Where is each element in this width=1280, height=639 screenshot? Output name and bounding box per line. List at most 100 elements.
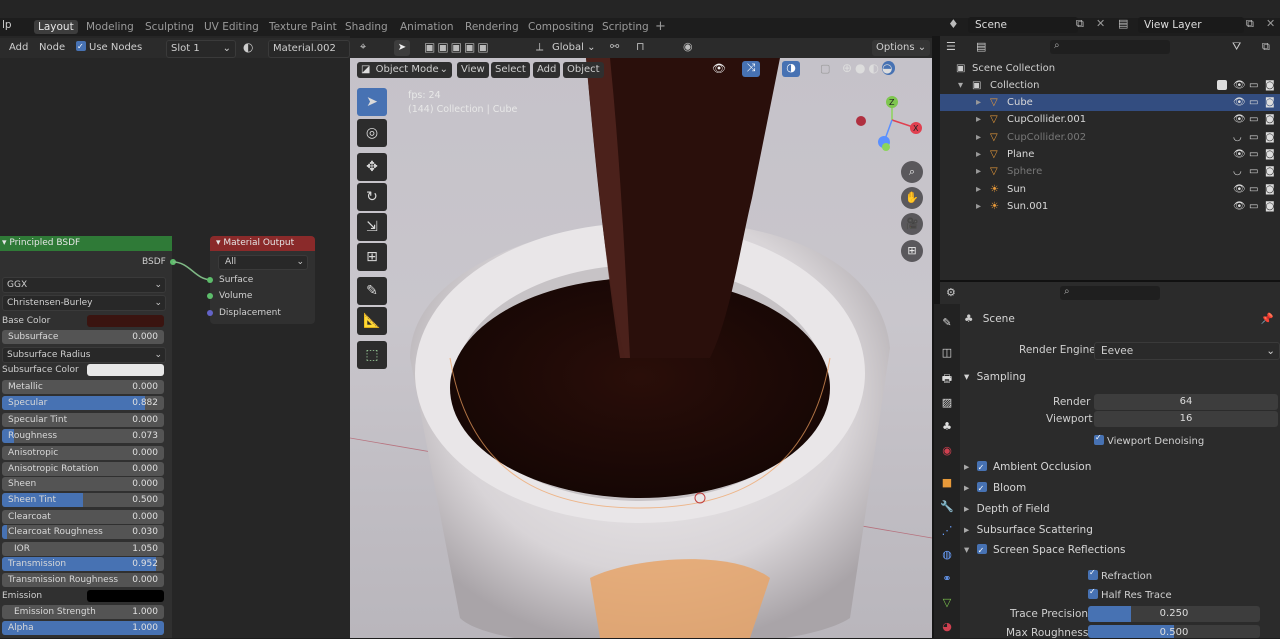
select-menu[interactable]: Select [491,62,530,78]
slider-anisotropic[interactable]: Anisotropic 0.000 [2,446,164,460]
slider-sheen-tint[interactable]: Sheen Tint 0.500 [2,493,164,507]
distribution-dropdown[interactable]: GGX ⌄ [2,277,166,293]
surface-input-socket[interactable] [207,277,213,283]
help-menu[interactable]: lp [2,19,12,31]
material-sphere-icon[interactable]: ◐ [243,40,253,54]
pivot-icon[interactable]: ⚯ [610,40,619,53]
snap-icon[interactable]: ⊓ [636,40,645,53]
subsurface-color-swatch[interactable] [87,364,164,376]
viewport-denoising-toggle[interactable]: Viewport Denoising [1094,433,1204,447]
slider-transmission-roughness[interactable]: Transmission Roughness 0.000 [2,573,164,587]
eye-icon[interactable]: 👁 [1233,77,1246,94]
collection-checkbox[interactable] [1217,80,1227,90]
eye-icon[interactable]: 👁 [1233,146,1246,163]
expand-arrow-icon[interactable]: ▸ [976,146,981,163]
ssr-checkbox[interactable] [976,542,987,560]
slot-dropdown[interactable]: Slot 1 ⌄ [166,40,236,58]
collection-row[interactable]: ▾ ▣ Collection 👁 ▭ ◙ [940,77,1280,94]
camera-icon[interactable]: ◙ [1265,111,1275,128]
camera-icon[interactable]: ◙ [1265,77,1275,94]
annotate-tool[interactable]: ✎ [357,277,387,305]
slider-specular-tint[interactable]: Specular Tint 0.000 [2,413,164,427]
subsurface-scattering-panel[interactable]: ▸ Subsurface Scattering [964,521,1278,539]
outliner-item[interactable]: ▸ ▽ Cube 👁 ▭ ◙ [940,94,1280,111]
data-properties-icon[interactable]: ▽ [940,596,954,610]
editor-type-icon[interactable]: ⌖ [360,40,366,54]
expand-arrow-icon[interactable]: ▾ [958,77,963,94]
display-mode-icon[interactable]: ▤ [976,40,986,53]
new-collection-icon[interactable]: ⧉ [1262,40,1270,54]
tab-shading[interactable]: Shading [345,20,388,34]
expand-arrow-icon[interactable]: ▸ [976,181,981,198]
add-workspace-button[interactable]: + [655,20,666,34]
monitor-icon[interactable]: ▭ [1249,111,1258,128]
node-node-menu[interactable]: Node [39,40,65,56]
subsurface-method-dropdown[interactable]: Christensen-Burley ⌄ [2,295,166,311]
tab-scripting[interactable]: Scripting [602,20,649,34]
slider-specular[interactable]: Specular 0.882 [2,396,164,410]
view-menu[interactable]: View [457,62,489,78]
displacement-input-socket[interactable] [207,310,213,316]
tab-rendering[interactable]: Rendering [465,20,519,34]
volume-input-socket[interactable] [207,293,213,299]
tab-modeling[interactable]: Modeling [86,20,134,34]
output-target-dropdown[interactable]: All ⌄ [218,255,308,270]
eye-icon[interactable]: ◡ [1233,129,1242,146]
render-properties-icon[interactable]: ◫ [940,346,954,360]
add-cube-tool[interactable]: ⬚ [357,341,387,369]
measure-tool[interactable]: 📐 [357,307,387,335]
material-selector[interactable]: Material.002 [268,40,350,58]
slider-roughness[interactable]: Roughness 0.073 [2,429,164,443]
object-properties-icon[interactable]: ■ [940,476,954,490]
viewport-denoising-checkbox[interactable] [1094,433,1104,445]
tab-compositing[interactable]: Compositing [528,20,594,34]
bloom-checkbox[interactable] [976,480,987,498]
expand-arrow-icon[interactable]: ▸ [976,163,981,180]
properties-editor-icon[interactable]: ⚙ [946,286,956,299]
camera-icon[interactable]: ◙ [1265,181,1275,198]
slider-transmission[interactable]: Transmission 0.952 [2,557,164,571]
viewport-samples-field[interactable]: 16 [1094,411,1278,427]
collapse-arrow-icon[interactable]: ▾ [216,238,221,248]
outliner-item[interactable]: ▸ ☀ Sun.001 👁 ▭ ◙ [940,198,1280,215]
eye-icon[interactable]: 👁 [1233,94,1246,111]
view-layer-properties-icon[interactable]: ▨ [940,396,954,410]
move-tool[interactable]: ✥ [357,153,387,181]
outliner-item[interactable]: ▸ ☀ Sun 👁 ▭ ◙ [940,181,1280,198]
trace-precision-slider[interactable]: 0.250 [1088,606,1260,622]
sampling-panel-header[interactable]: ▾ Sampling [964,368,1278,386]
outliner-editor-icon[interactable]: ☰ [946,40,956,53]
zoom-icon[interactable]: ⌕ [901,161,923,183]
slider-metallic[interactable]: Metallic 0.000 [2,380,164,394]
eye-icon[interactable]: ◡ [1233,163,1242,180]
material-output-header[interactable]: ▾ Material Output [210,236,315,251]
use-nodes-toggle[interactable]: Use Nodes [76,39,142,56]
overlay-toggle-icon[interactable]: ◑ [782,61,800,77]
camera-view-icon[interactable]: 🎥 [901,213,923,235]
monitor-icon[interactable]: ▭ [1249,146,1258,163]
monitor-icon[interactable]: ▭ [1249,163,1258,180]
scale-tool[interactable]: ⇲ [357,213,387,241]
outliner-item[interactable]: ▸ ▽ Sphere ◡ ▭ ◙ [940,163,1280,180]
slider-alpha[interactable]: Alpha 1.000 [2,621,164,635]
proportional-edit-icon[interactable]: ◉ [683,40,693,53]
max-roughness-slider[interactable]: 0.500 [1088,625,1260,638]
outliner-item[interactable]: ▸ ▽ CupCollider.001 👁 ▭ ◙ [940,111,1280,128]
scene-selector[interactable]: Scene [968,17,1078,33]
scene-properties-icon[interactable]: ♣ [940,420,954,434]
use-nodes-checkbox[interactable] [76,39,86,55]
transform-orientation-dropdown[interactable]: Global ⌄ [552,40,595,56]
camera-icon[interactable]: ◙ [1265,146,1275,163]
gizmo-toggle-icon[interactable]: ⤨ [742,61,760,77]
pan-hand-icon[interactable]: ✋ [901,187,923,209]
ambient-occlusion-checkbox[interactable] [976,459,987,477]
tab-texture-paint[interactable]: Texture Paint [269,20,337,34]
render-samples-field[interactable]: 64 [1094,394,1278,410]
tab-sculpting[interactable]: Sculpting [145,20,194,34]
outliner-item[interactable]: ▸ ▽ Plane 👁 ▭ ◙ [940,146,1280,163]
rotate-tool[interactable]: ↻ [357,183,387,211]
select-box-tool[interactable]: ➤ [357,88,387,116]
eye-icon[interactable]: 👁 [1233,111,1246,128]
tab-layout[interactable]: Layout [34,20,78,34]
tab-uv-editing[interactable]: UV Editing [204,20,259,34]
